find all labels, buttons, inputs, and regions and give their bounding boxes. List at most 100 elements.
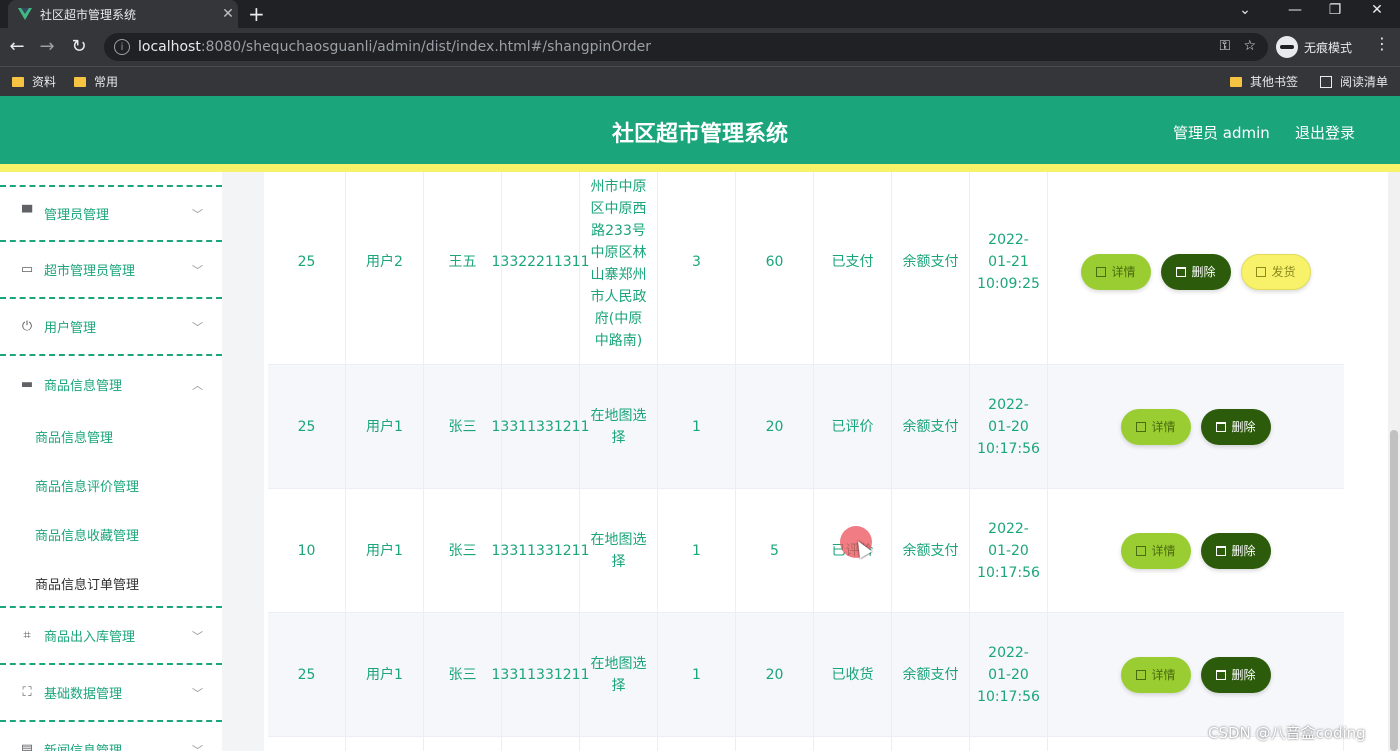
table-cell xyxy=(970,737,1048,751)
menu-base-data[interactable]: ⛶ 基础数据管理 ﹀ xyxy=(0,665,222,722)
reload-icon[interactable]: ↻ xyxy=(68,36,90,58)
reading-list[interactable]: 阅读清单 xyxy=(1320,73,1388,90)
delete-button[interactable]: 删除 xyxy=(1201,657,1271,693)
cell-qty: 1 xyxy=(658,365,736,488)
cell-price: 20 xyxy=(736,365,814,488)
close-window-icon[interactable]: ✕ xyxy=(1354,2,1400,18)
scrollbar-thumb[interactable] xyxy=(1390,430,1398,751)
cell-c2: 用户2 xyxy=(346,172,424,364)
bookmark-folder[interactable]: 常用 xyxy=(74,73,118,90)
detail-button[interactable]: 详情 xyxy=(1121,409,1191,445)
menu-market-admin[interactable]: ▭ 超市管理员管理 ﹀ xyxy=(0,242,222,299)
cell-time: 2022-01-20 10:17:56 xyxy=(970,613,1048,736)
vue-logo-icon xyxy=(18,8,32,20)
menu-label: 基础数据管理 xyxy=(44,687,123,702)
cell-c1: 25 xyxy=(268,365,346,488)
detail-button[interactable]: 详情 xyxy=(1121,657,1191,693)
watermark: CSDN @八音盒coding xyxy=(1208,724,1366,742)
chevron-down-icon: ﹀ xyxy=(192,320,203,334)
ship-button[interactable]: 发货 xyxy=(1241,254,1311,290)
forward-arrow-icon[interactable]: → xyxy=(36,36,58,58)
submenu-goods-order[interactable]: 商品信息订单管理 xyxy=(35,574,139,593)
table-row: 25 用户1 张三 13311331211 在地图选择 1 20 已评价 余额支付 2022-01… xyxy=(268,365,1344,489)
cell-qty: 1 xyxy=(658,489,736,612)
power-icon: ⏻ xyxy=(21,318,33,334)
delete-button[interactable]: 删除 xyxy=(1161,254,1231,290)
cell-price: 20 xyxy=(736,613,814,736)
detail-button-label: 详情 xyxy=(1151,668,1176,682)
submenu-goods-info[interactable]: 商品信息管理 xyxy=(35,427,113,446)
submenu-goods-review[interactable]: 商品信息评价管理 xyxy=(35,476,139,495)
incognito-indicator[interactable]: 无痕模式 xyxy=(1276,33,1352,61)
cell-time: 2022-01-21 10:09:25 xyxy=(970,172,1048,364)
browser-tab[interactable]: 社区超市管理系统 ✕ xyxy=(8,0,238,28)
table-cell xyxy=(892,737,970,751)
table-row xyxy=(268,737,1344,751)
address-bar[interactable]: i localhost :8080/shequchaosguanli/admin… xyxy=(104,33,1268,61)
incognito-icon xyxy=(1276,36,1298,58)
key-star-icons[interactable]: ⚿ ☆ xyxy=(1219,38,1256,54)
cell-status: 已评价 xyxy=(814,365,892,488)
document-icon xyxy=(1136,422,1147,432)
cell-status: 已支付 xyxy=(814,172,892,364)
cell-pay: 余额支付 xyxy=(892,365,970,488)
chevron-down-icon: ﹀ xyxy=(192,743,203,751)
trash-icon xyxy=(1176,267,1187,277)
new-tab-plus-icon[interactable]: + xyxy=(248,2,265,26)
other-bookmarks[interactable]: 其他书签 xyxy=(1230,73,1298,90)
cell-actions: 详情 删除 xyxy=(1048,365,1344,488)
cell-qty: 1 xyxy=(658,613,736,736)
document-icon xyxy=(1136,670,1147,680)
table-cell xyxy=(424,737,502,751)
table-cell xyxy=(502,737,580,751)
cell-qty: 3 xyxy=(658,172,736,364)
menu-goods[interactable]: ▬ 商品信息管理 ︿ xyxy=(0,356,222,413)
restore-icon[interactable]: ❐ xyxy=(1312,2,1358,18)
cell-address: 在地图选择 xyxy=(580,489,658,612)
app-header: 社区超市管理系统 管理员 admin 退出登录 xyxy=(0,96,1400,164)
cell-c2: 用户1 xyxy=(346,365,424,488)
tab-title: 社区超市管理系统 xyxy=(40,7,137,22)
order-table: 25 用户2 王五 13322211311 州市中原区中原西路233号中原区林山寨郑州市… xyxy=(264,172,1400,751)
menu-label: 超市管理员管理 xyxy=(44,264,136,279)
cell-address: 在地图选择 xyxy=(580,365,658,488)
tab-search-chevron-icon[interactable]: ⌄ xyxy=(1222,2,1268,18)
cell-c3: 张三 xyxy=(424,613,502,736)
delete-button-label: 删除 xyxy=(1231,668,1256,682)
menu-label: 管理员管理 xyxy=(44,208,110,223)
delete-button[interactable]: 删除 xyxy=(1201,409,1271,445)
cell-phone: 13311331211 xyxy=(492,613,590,736)
bookmark-label: 常用 xyxy=(94,75,119,89)
detail-button-label: 详情 xyxy=(1151,420,1176,434)
cell-pay: 余额支付 xyxy=(892,613,970,736)
menu-news[interactable]: ▤ 新闻信息管理 ﹀ xyxy=(0,722,222,751)
bookmark-folder[interactable]: 资料 xyxy=(12,73,56,90)
chevron-up-icon: ︿ xyxy=(192,378,203,392)
menu-admin[interactable]: ▀ 管理员管理 ﹀ xyxy=(0,185,222,242)
menu-label: 商品信息管理 xyxy=(44,379,123,394)
menu-users[interactable]: ⏻ 用户管理 ﹀ xyxy=(0,299,222,356)
chevron-down-icon: ﹀ xyxy=(192,207,203,221)
detail-button[interactable]: 详情 xyxy=(1121,533,1191,569)
menu-label: 新闻信息管理 xyxy=(44,740,192,751)
url-host: localhost xyxy=(138,39,201,55)
browser-menu-icon[interactable]: ⋮ xyxy=(1374,34,1390,53)
table-row: 25 用户2 王五 13322211311 州市中原区中原西路233号中原区林山寨郑州市… xyxy=(268,172,1344,365)
table-row: 10用户1张三13311331211在地图选择15已评价余额支付2022-01-… xyxy=(268,489,1344,613)
shop-icon: ▬ xyxy=(20,376,34,392)
delete-button[interactable]: 删除 xyxy=(1201,533,1271,569)
site-info-icon[interactable]: i xyxy=(114,39,130,55)
table-row: 25 用户1 张三 13311331211 在地图选择 1 20 已收货 余额支付 2022-01… xyxy=(268,613,1344,737)
id-card-icon: ▭ xyxy=(20,261,34,277)
cell-actions: 详情 删除 xyxy=(1048,613,1344,736)
detail-button[interactable]: 详情 xyxy=(1081,254,1151,290)
close-icon[interactable]: ✕ xyxy=(218,6,238,22)
logout-link[interactable]: 退出登录 xyxy=(1295,122,1355,143)
chevron-down-icon: ﹀ xyxy=(192,263,203,277)
cell-actions: 详情 删除 发货 xyxy=(1048,172,1344,364)
delete-button-label: 删除 xyxy=(1191,265,1216,279)
submenu-goods-favorite[interactable]: 商品信息收藏管理 xyxy=(35,525,139,544)
document-icon xyxy=(1136,546,1147,556)
back-arrow-icon[interactable]: ← xyxy=(6,36,28,58)
menu-stock[interactable]: ⌗ 商品出入库管理 ﹀ xyxy=(0,606,222,665)
